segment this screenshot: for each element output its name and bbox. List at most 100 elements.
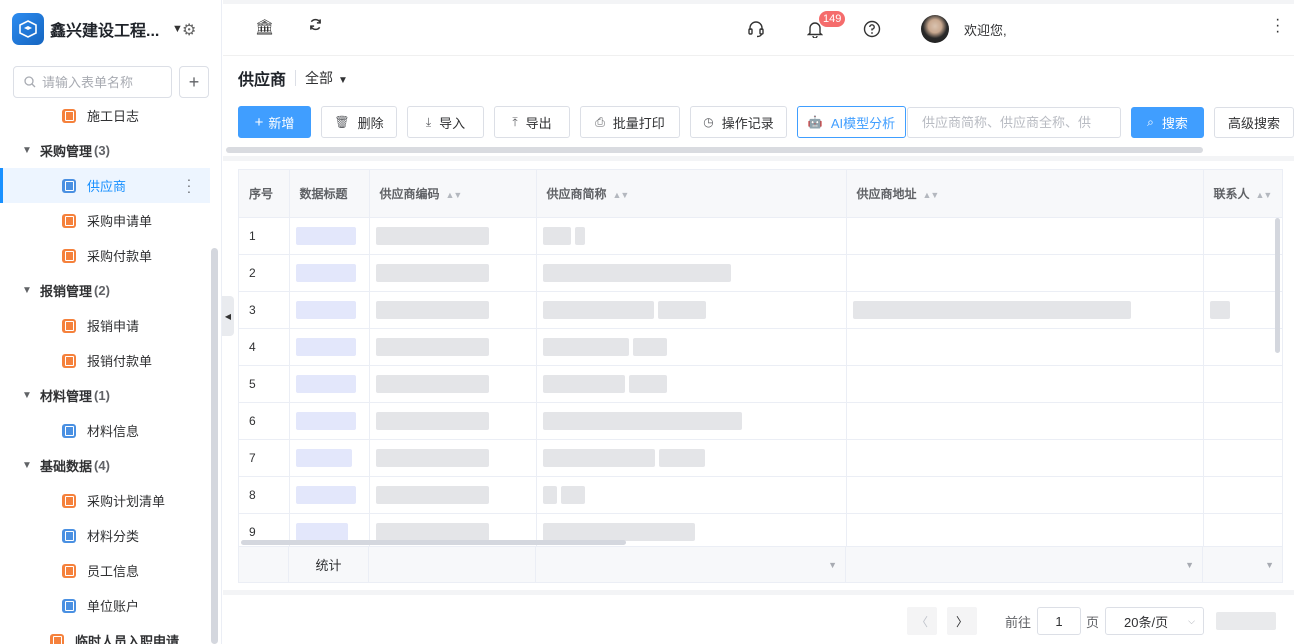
cell-supplier-address[interactable]	[846, 254, 1204, 292]
sidebar-item-material-info[interactable]: 材料信息	[0, 413, 210, 448]
sidebar-item-employee-info[interactable]: 员工信息	[0, 553, 210, 588]
cell-supplier-code[interactable]	[369, 291, 537, 329]
cell-supplier-code[interactable]	[369, 476, 537, 514]
cell-supplier-code[interactable]	[369, 328, 537, 366]
gear-icon[interactable]: ⚙	[182, 20, 196, 40]
table-row[interactable]: 6	[239, 402, 1282, 440]
table-row[interactable]: 7	[239, 439, 1282, 477]
cell-supplier-address[interactable]	[846, 291, 1204, 329]
user-avatar[interactable]	[921, 15, 949, 43]
cell-contact[interactable]	[1203, 476, 1282, 514]
cell-title[interactable]	[289, 291, 370, 329]
next-page-button[interactable]: 〉	[947, 607, 977, 635]
summary-cell[interactable]: ▼	[536, 547, 846, 582]
add-form-button[interactable]: +	[179, 66, 209, 98]
sort-icon[interactable]: ▲▼	[923, 190, 940, 200]
app-switcher[interactable]: 鑫兴建设工程... ▼	[12, 12, 183, 46]
cell-title[interactable]	[289, 254, 370, 292]
cell-supplier-address[interactable]	[846, 217, 1204, 255]
cell-supplier-code[interactable]	[369, 254, 537, 292]
cell-supplier-address[interactable]	[846, 439, 1204, 477]
table-row[interactable]: 1	[239, 217, 1282, 255]
batch-print-button[interactable]: ⎙ 批量打印	[580, 106, 680, 138]
cell-title[interactable]	[289, 476, 370, 514]
form-search-input[interactable]	[42, 74, 162, 90]
cell-supplier-code[interactable]	[369, 402, 537, 440]
cell-supplier-code[interactable]	[369, 217, 537, 255]
cell-supplier-short-name[interactable]	[536, 476, 847, 514]
more-menu-icon[interactable]: · · ·	[1275, 12, 1280, 40]
sidebar-group-reimburse-mgmt[interactable]: ▼ 报销管理 (2)	[0, 273, 210, 308]
cell-supplier-address[interactable]	[846, 513, 1204, 551]
advanced-search-button[interactable]: 高级搜索	[1214, 107, 1294, 138]
summary-cell[interactable]: ▼	[846, 547, 1203, 582]
cell-supplier-address[interactable]	[846, 328, 1204, 366]
cell-title[interactable]	[289, 217, 370, 255]
cell-supplier-short-name[interactable]	[536, 365, 847, 403]
page-size-select[interactable]: 20条/页 ⌵	[1105, 607, 1204, 635]
cell-contact[interactable]	[1203, 439, 1282, 477]
cell-contact[interactable]	[1203, 328, 1282, 366]
sidebar-item-purchase-request[interactable]: 采购申请单	[0, 203, 210, 238]
new-button[interactable]: + 新增	[238, 106, 311, 138]
cell-title[interactable]	[289, 328, 370, 366]
col-header-supplier-short-name[interactable]: 供应商简称 ▲▼	[536, 170, 847, 218]
sidebar-item-reimburse-request[interactable]: 报销申请	[0, 308, 210, 343]
cell-supplier-address[interactable]	[846, 476, 1204, 514]
sidebar-item-purchase-payment[interactable]: 采购付款单	[0, 238, 210, 273]
headset-icon[interactable]	[747, 20, 765, 42]
toolbar-scrollbar[interactable]	[226, 147, 1203, 153]
cell-supplier-short-name[interactable]	[536, 328, 847, 366]
export-button[interactable]: ⤒ 导出	[494, 106, 570, 138]
refresh-icon[interactable]	[309, 18, 322, 35]
sidebar-item-supplier[interactable]: 供应商 · · ·	[0, 168, 210, 203]
cell-supplier-short-name[interactable]	[536, 254, 847, 292]
summary-cell[interactable]: ▼	[1203, 547, 1282, 582]
goto-page-input[interactable]	[1037, 607, 1081, 635]
sidebar-item-purchase-plan[interactable]: 采购计划清单	[0, 483, 210, 518]
cell-title[interactable]	[289, 402, 370, 440]
sidebar-item-unit-account[interactable]: 单位账户	[0, 588, 210, 623]
cell-supplier-code[interactable]	[369, 439, 537, 477]
prev-page-button[interactable]: 〈	[907, 607, 937, 635]
table-row[interactable]: 8	[239, 476, 1282, 514]
table-horizontal-scrollbar[interactable]	[241, 540, 626, 545]
sidebar-item-reimburse-payment[interactable]: 报销付款单	[0, 343, 210, 378]
sidebar-group-base-data[interactable]: ▼ 基础数据 (4)	[0, 448, 210, 483]
cell-contact[interactable]	[1203, 291, 1282, 329]
sidebar-group-purchase-mgmt[interactable]: ▼ 采购管理 (3)	[0, 133, 210, 168]
table-vertical-scrollbar[interactable]	[1275, 218, 1280, 353]
cell-contact[interactable]	[1203, 217, 1282, 255]
col-header-supplier-address[interactable]: 供应商地址 ▲▼	[846, 170, 1204, 218]
bank-icon[interactable]: 🏛	[255, 18, 274, 36]
cell-contact[interactable]	[1203, 365, 1282, 403]
cell-supplier-short-name[interactable]	[536, 217, 847, 255]
delete-button[interactable]: 🗑 删除	[321, 106, 397, 138]
table-row[interactable]: 2	[239, 254, 1282, 292]
cell-contact[interactable]	[1203, 513, 1282, 551]
cell-title[interactable]	[289, 365, 370, 403]
more-vertical-icon[interactable]: · · ·	[183, 172, 195, 198]
table-row[interactable]: 3	[239, 291, 1282, 329]
table-row[interactable]: 4	[239, 328, 1282, 366]
cell-contact[interactable]	[1203, 402, 1282, 440]
col-header-contact[interactable]: 联系人 ▲▼	[1203, 170, 1282, 218]
cell-supplier-short-name[interactable]	[536, 439, 847, 477]
operation-log-button[interactable]: ◷ 操作记录	[690, 106, 787, 138]
cell-title[interactable]	[289, 439, 370, 477]
cell-supplier-address[interactable]	[846, 402, 1204, 440]
cell-supplier-short-name[interactable]	[536, 402, 847, 440]
sort-icon[interactable]: ▲▼	[1256, 190, 1273, 200]
sidebar-item-temp-staff-onboarding[interactable]: 临时人员入职申请	[0, 623, 210, 644]
cell-contact[interactable]	[1203, 254, 1282, 292]
search-button[interactable]: ⌕ 搜索	[1131, 107, 1204, 138]
sort-icon[interactable]: ▲▼	[613, 190, 630, 200]
keyword-search-input[interactable]	[907, 107, 1121, 138]
table-row[interactable]: 5	[239, 365, 1282, 403]
import-button[interactable]: ⤓ 导入	[407, 106, 484, 138]
cell-supplier-code[interactable]	[369, 365, 537, 403]
sidebar-scrollbar[interactable]	[211, 248, 218, 644]
ai-analysis-button[interactable]: 🤖 AI模型分析	[797, 106, 906, 138]
help-icon[interactable]	[863, 20, 881, 42]
sidebar-item-material-category[interactable]: 材料分类	[0, 518, 210, 553]
